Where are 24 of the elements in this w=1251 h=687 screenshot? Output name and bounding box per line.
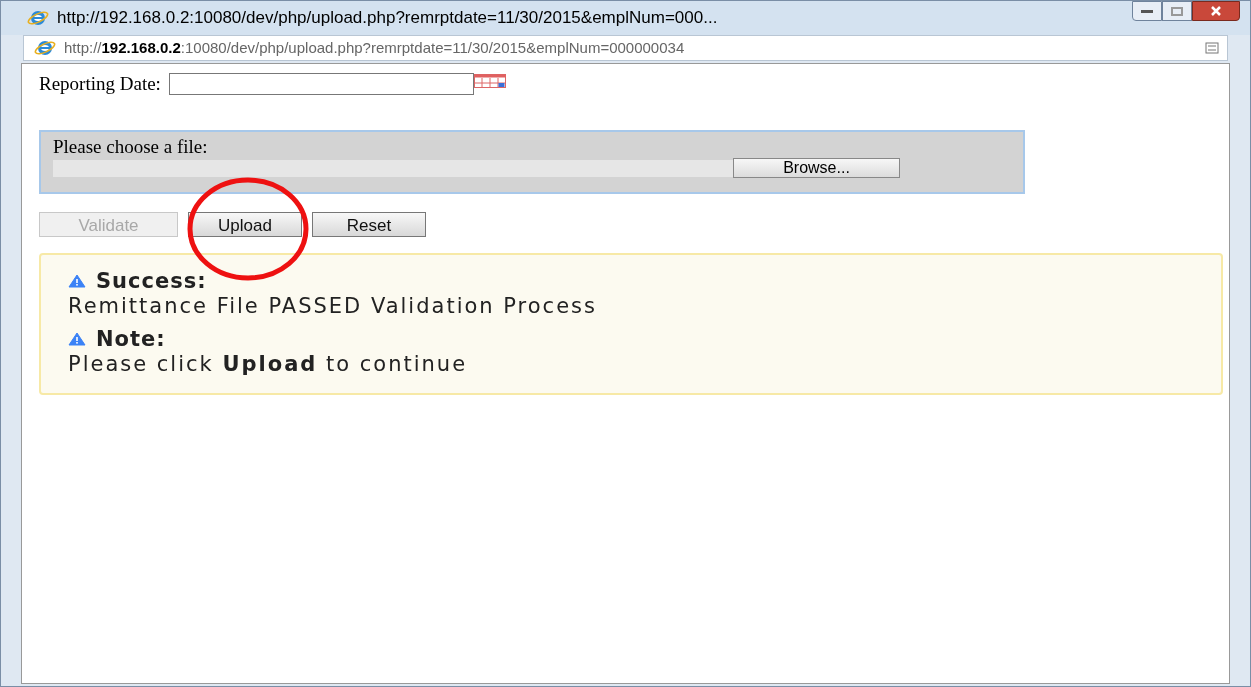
- close-button[interactable]: [1192, 1, 1240, 21]
- message-title: Success:: [96, 269, 207, 293]
- calendar-icon[interactable]: [473, 74, 506, 88]
- message-text: Please click Upload to continue: [68, 351, 469, 377]
- window-title: http://192.168.0.2:10080/dev/php/upload.php?remrptdate=11/30/2015&emplNum=000...: [57, 7, 718, 30]
- warning-icon: [68, 274, 86, 288]
- action-button[interactable]: Upload: [188, 212, 302, 237]
- browser-logo-icon: [34, 38, 56, 58]
- minimize-button[interactable]: [1132, 1, 1162, 21]
- close-icon: [1210, 6, 1222, 16]
- message-title: Note:: [96, 327, 166, 351]
- file-path-field[interactable]: [53, 159, 733, 177]
- compatibility-icon[interactable]: [1205, 42, 1219, 54]
- field-label: Please choose a file:: [53, 136, 209, 158]
- address-bar[interactable]: http://192.168.0.2:10080/dev/php/upload.php?remrptdate=11/30/2015&emplNum=000000034: [23, 35, 1228, 61]
- browser-logo-icon: [27, 8, 49, 28]
- field-label: Reporting Date:: [39, 71, 161, 96]
- date-input[interactable]: [168, 73, 474, 95]
- browse-button[interactable]: Browse...: [733, 158, 900, 178]
- address-url: http://192.168.0.2:10080/dev/php/upload.php?remrptdate=11/30/2015&emplNum=000000034: [64, 37, 685, 58]
- message-text: Remittance File PASSED Validation Process: [68, 293, 598, 319]
- maximize-button[interactable]: [1162, 1, 1192, 21]
- warning-icon: [68, 332, 86, 346]
- action-button[interactable]: Reset: [312, 212, 426, 237]
